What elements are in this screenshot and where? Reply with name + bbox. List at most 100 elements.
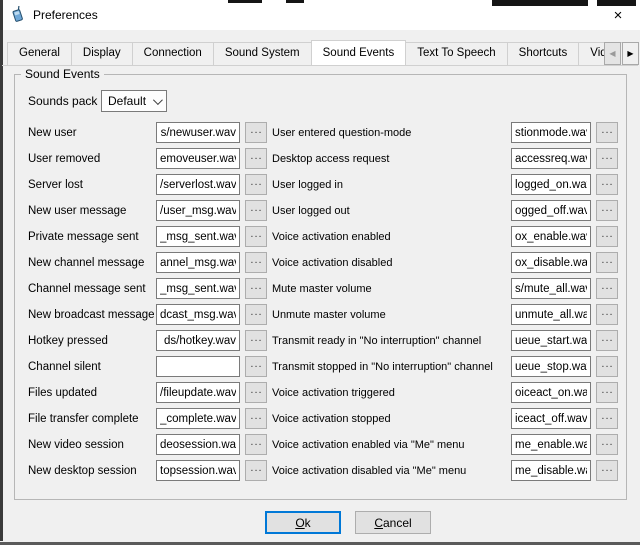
browse-button[interactable]: ... bbox=[245, 356, 267, 377]
sound-file-input[interactable] bbox=[156, 122, 240, 143]
sound-file-input[interactable] bbox=[156, 408, 240, 429]
sounds-pack-value: Default bbox=[108, 94, 146, 108]
sound-file-input[interactable] bbox=[156, 278, 240, 299]
sound-file-input[interactable] bbox=[156, 434, 240, 455]
event-label: Mute master volume bbox=[272, 283, 506, 295]
browse-button[interactable]: ... bbox=[245, 200, 267, 221]
event-label: Voice activation enabled bbox=[272, 231, 506, 243]
sound-file-input[interactable] bbox=[511, 304, 591, 325]
tab-sound-system[interactable]: Sound System bbox=[213, 42, 312, 65]
browse-button[interactable]: ... bbox=[245, 226, 267, 247]
sounds-pack-row: Sounds pack Default bbox=[28, 90, 626, 112]
event-label: Desktop access request bbox=[272, 153, 506, 165]
background-artifact bbox=[492, 0, 588, 6]
cancel-button[interactable]: Cancel bbox=[355, 511, 431, 534]
event-label: User entered question-mode bbox=[272, 127, 506, 139]
browse-button[interactable]: ... bbox=[596, 330, 618, 351]
sound-file-input[interactable] bbox=[511, 434, 591, 455]
browse-button[interactable]: ... bbox=[245, 122, 267, 143]
tab-connection[interactable]: Connection bbox=[132, 42, 214, 65]
event-label: Files updated bbox=[28, 387, 151, 399]
sound-file-input[interactable] bbox=[511, 122, 591, 143]
browse-button[interactable]: ... bbox=[596, 460, 618, 481]
sound-file-input[interactable] bbox=[511, 278, 591, 299]
sound-file-input[interactable] bbox=[156, 382, 240, 403]
event-label: Channel message sent bbox=[28, 283, 151, 295]
tab-sound-events[interactable]: Sound Events bbox=[311, 40, 407, 65]
browse-button[interactable]: ... bbox=[245, 434, 267, 455]
tab-scroll-left-icon: ◀ bbox=[604, 42, 621, 65]
browse-button[interactable]: ... bbox=[596, 148, 618, 169]
sound-file-input[interactable] bbox=[511, 148, 591, 169]
preferences-dialog: Preferences × GeneralDisplayConnectionSo… bbox=[0, 0, 640, 545]
sound-file-input[interactable] bbox=[156, 356, 240, 377]
cancel-button-label: Cancel bbox=[374, 516, 411, 530]
browse-button[interactable]: ... bbox=[245, 330, 267, 351]
browse-button[interactable]: ... bbox=[245, 304, 267, 325]
ok-button[interactable]: Ok bbox=[265, 511, 341, 534]
app-icon bbox=[9, 6, 26, 24]
browse-button[interactable]: ... bbox=[245, 148, 267, 169]
sound-file-input[interactable] bbox=[156, 304, 240, 325]
tab-display[interactable]: Display bbox=[71, 42, 133, 65]
background-artifact bbox=[286, 0, 304, 3]
event-label: New video session bbox=[28, 439, 151, 451]
event-label: New user bbox=[28, 127, 151, 139]
sound-file-input[interactable] bbox=[156, 252, 240, 273]
browse-button[interactable]: ... bbox=[596, 252, 618, 273]
window-title: Preferences bbox=[33, 8, 98, 22]
event-label: Channel silent bbox=[28, 361, 151, 373]
browse-button[interactable]: ... bbox=[596, 408, 618, 429]
browse-button[interactable]: ... bbox=[596, 200, 618, 221]
browse-button[interactable]: ... bbox=[245, 460, 267, 481]
sound-file-input[interactable] bbox=[511, 408, 591, 429]
browse-button[interactable]: ... bbox=[596, 304, 618, 325]
browse-button[interactable]: ... bbox=[245, 278, 267, 299]
browse-button[interactable]: ... bbox=[596, 382, 618, 403]
sound-file-input[interactable] bbox=[156, 226, 240, 247]
ok-button-label: Ok bbox=[295, 516, 310, 530]
sound-file-input[interactable] bbox=[156, 174, 240, 195]
sound-file-input[interactable] bbox=[511, 356, 591, 377]
browse-button[interactable]: ... bbox=[596, 122, 618, 143]
browse-button[interactable]: ... bbox=[245, 174, 267, 195]
event-label: New broadcast message bbox=[28, 309, 151, 321]
sound-file-input[interactable] bbox=[156, 200, 240, 221]
browse-button[interactable]: ... bbox=[245, 408, 267, 429]
event-label: Voice activation disabled bbox=[272, 257, 506, 269]
event-label: Transmit stopped in "No interruption" ch… bbox=[272, 361, 506, 373]
browse-button[interactable]: ... bbox=[596, 356, 618, 377]
browse-button[interactable]: ... bbox=[596, 278, 618, 299]
sounds-pack-select[interactable]: Default bbox=[101, 90, 167, 112]
sound-file-input[interactable] bbox=[511, 200, 591, 221]
sound-file-input[interactable] bbox=[511, 174, 591, 195]
event-label: New user message bbox=[28, 205, 151, 217]
event-label: New desktop session bbox=[28, 465, 151, 477]
tab-general[interactable]: General bbox=[7, 42, 72, 65]
chevron-down-icon bbox=[153, 95, 163, 105]
event-label: Voice activation triggered bbox=[272, 387, 506, 399]
sounds-pack-label: Sounds pack bbox=[28, 94, 101, 108]
tab-text-to-speech[interactable]: Text To Speech bbox=[405, 42, 507, 65]
sound-file-input[interactable] bbox=[511, 330, 591, 351]
event-label: New channel message bbox=[28, 257, 151, 269]
sound-file-input[interactable] bbox=[511, 460, 591, 481]
browse-button[interactable]: ... bbox=[245, 252, 267, 273]
browse-button[interactable]: ... bbox=[596, 174, 618, 195]
browse-button[interactable]: ... bbox=[596, 226, 618, 247]
event-label: User logged out bbox=[272, 205, 506, 217]
sound-file-input[interactable] bbox=[511, 382, 591, 403]
sound-file-input[interactable] bbox=[511, 252, 591, 273]
event-label: Server lost bbox=[28, 179, 151, 191]
tab-scroll-right-icon[interactable]: ▶ bbox=[622, 42, 639, 65]
event-label: Private message sent bbox=[28, 231, 151, 243]
browse-button[interactable]: ... bbox=[245, 382, 267, 403]
browse-button[interactable]: ... bbox=[596, 434, 618, 455]
event-label: Voice activation disabled via "Me" menu bbox=[272, 465, 506, 477]
event-label: Transmit ready in "No interruption" chan… bbox=[272, 335, 506, 347]
sound-file-input[interactable] bbox=[511, 226, 591, 247]
sound-file-input[interactable] bbox=[156, 148, 240, 169]
sound-file-input[interactable] bbox=[156, 330, 240, 351]
tab-shortcuts[interactable]: Shortcuts bbox=[507, 42, 580, 65]
sound-file-input[interactable] bbox=[156, 460, 240, 481]
